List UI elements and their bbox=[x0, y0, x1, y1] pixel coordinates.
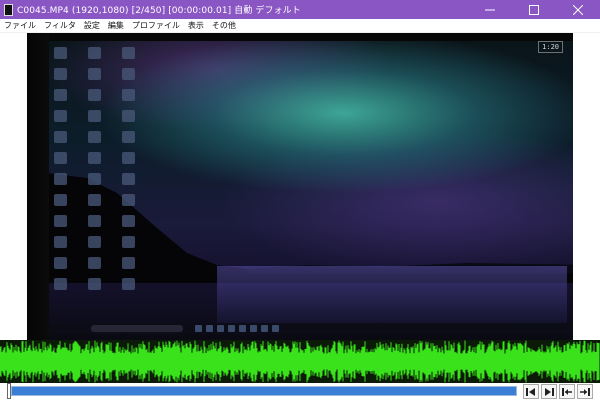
waveform-path bbox=[0, 340, 600, 383]
menu-settings[interactable]: 設定 bbox=[80, 19, 104, 33]
menu-profile[interactable]: プロファイル bbox=[128, 19, 184, 33]
menu-bar: ファイル フィルタ 設定 編集 プロファイル 表示 その他 bbox=[0, 19, 600, 33]
menu-other[interactable]: その他 bbox=[208, 19, 240, 33]
seek-handle[interactable] bbox=[7, 383, 11, 399]
app-icon bbox=[4, 3, 13, 16]
title-bar[interactable]: C0045.MP4 (1920,1080) [2/450] [00:00:00.… bbox=[0, 0, 600, 19]
menu-edit[interactable]: 編集 bbox=[104, 19, 128, 33]
window-title: C0045.MP4 (1920,1080) [2/450] [00:00:00.… bbox=[17, 6, 301, 16]
video-clock-label: 1:20 bbox=[538, 41, 563, 53]
screen-bezel-top bbox=[27, 33, 573, 41]
maximize-button[interactable] bbox=[512, 0, 556, 19]
minimize-icon bbox=[485, 9, 495, 10]
audio-waveform[interactable] bbox=[0, 340, 600, 383]
desktop-icons bbox=[47, 47, 157, 317]
menu-view[interactable]: 表示 bbox=[184, 19, 208, 33]
go-end-button[interactable] bbox=[577, 384, 593, 399]
waveform-graph bbox=[0, 340, 600, 383]
menu-file[interactable]: ファイル bbox=[0, 19, 40, 33]
menu-filter[interactable]: フィルタ bbox=[40, 19, 80, 33]
screen-taskbar bbox=[55, 323, 573, 334]
taskbar-search bbox=[91, 325, 183, 332]
video-preview-area: 1:20 bbox=[0, 33, 600, 340]
screen-bezel-left bbox=[27, 33, 49, 340]
go-start-icon bbox=[562, 387, 572, 396]
taskbar-icons bbox=[195, 325, 279, 332]
prev-frame-icon bbox=[526, 387, 535, 396]
lake-reflection bbox=[217, 266, 567, 326]
window-controls bbox=[468, 0, 600, 19]
seek-track[interactable] bbox=[11, 386, 517, 396]
minimize-button[interactable] bbox=[468, 0, 512, 19]
next-frame-button[interactable] bbox=[541, 384, 557, 399]
next-frame-icon bbox=[545, 387, 554, 396]
prev-frame-button[interactable] bbox=[523, 384, 539, 399]
close-button[interactable] bbox=[556, 0, 600, 19]
go-start-button[interactable] bbox=[559, 384, 575, 399]
seek-bar-area bbox=[0, 383, 600, 401]
go-end-icon bbox=[580, 387, 590, 396]
video-frame[interactable]: 1:20 bbox=[27, 33, 573, 340]
frame-nav-buttons bbox=[523, 384, 593, 399]
maximize-icon bbox=[529, 4, 539, 15]
close-icon bbox=[573, 4, 583, 15]
